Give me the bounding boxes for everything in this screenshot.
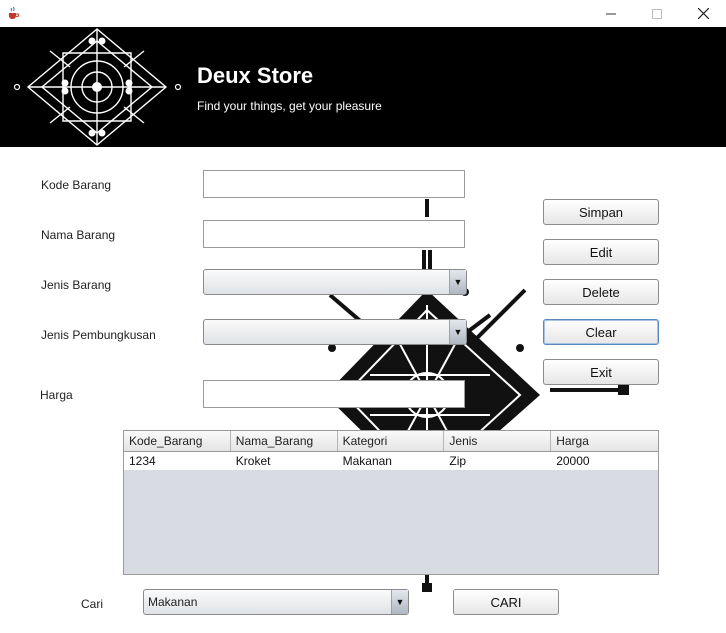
jenis-barang-label: Jenis Barang: [41, 278, 112, 292]
store-title: Deux Store: [197, 63, 314, 88]
table-cell: 1234: [129, 454, 156, 468]
table-cell: Makanan: [342, 454, 392, 468]
column-header[interactable]: Nama_Barang: [231, 431, 338, 451]
ornamental-diamond-logo: [13, 28, 182, 146]
harga-label: Harga: [40, 388, 73, 402]
minimize-icon: [606, 13, 616, 14]
column-header[interactable]: Jenis: [444, 431, 552, 451]
dropdown-arrow-icon[interactable]: ▼: [449, 270, 466, 294]
column-header[interactable]: Harga: [551, 431, 658, 451]
dropdown-arrow-icon[interactable]: ▼: [449, 320, 466, 344]
maximize-button[interactable]: [634, 0, 680, 27]
nama-barang-input[interactable]: [203, 220, 465, 248]
jenis-pembungkusan-dropdown[interactable]: ▼: [203, 319, 467, 345]
barang-table[interactable]: Kode_Barang Nama_Barang Kategori Jenis H…: [123, 430, 659, 575]
window-titlebar: [0, 0, 726, 28]
close-icon: [697, 8, 709, 19]
cari-button[interactable]: CARI: [453, 589, 559, 615]
delete-button[interactable]: Delete: [543, 279, 659, 305]
cari-value: Makanan: [148, 595, 198, 609]
column-header[interactable]: Kode_Barang: [124, 431, 231, 451]
cari-dropdown[interactable]: Makanan ▼: [143, 589, 409, 615]
exit-button[interactable]: Exit: [543, 359, 659, 385]
cari-label: Cari: [81, 597, 104, 611]
table-cell: Zip: [449, 454, 467, 468]
close-button[interactable]: [680, 0, 726, 27]
java-cup-icon: [9, 6, 20, 19]
dropdown-arrow-icon[interactable]: ▼: [391, 590, 408, 614]
table-cell: 20000: [556, 454, 590, 468]
kode-barang-input[interactable]: [203, 170, 465, 198]
edit-button[interactable]: Edit: [543, 239, 659, 265]
table-cell: Kroket: [235, 454, 271, 468]
minimize-button[interactable]: [588, 0, 634, 27]
store-tagline: Find your things, get your pleasure: [197, 99, 382, 113]
table-row[interactable]: 1234 Kroket Makanan Zip 20000: [124, 452, 658, 470]
nama-barang-label: Nama Barang: [41, 228, 116, 242]
header-banner: Deux Store Find your things, get your pl…: [0, 27, 726, 147]
clear-button[interactable]: Clear: [543, 319, 659, 345]
simpan-button[interactable]: Simpan: [543, 199, 659, 225]
table-header: Kode_Barang Nama_Barang Kategori Jenis H…: [124, 431, 658, 452]
kode-barang-label: Kode Barang: [41, 178, 112, 192]
harga-input[interactable]: [203, 380, 465, 408]
jenis-barang-dropdown[interactable]: ▼: [203, 269, 467, 295]
jenis-pembungkusan-label: Jenis Pembungkusan: [41, 328, 156, 342]
maximize-icon: [652, 8, 662, 19]
column-header[interactable]: Kategori: [338, 431, 445, 451]
